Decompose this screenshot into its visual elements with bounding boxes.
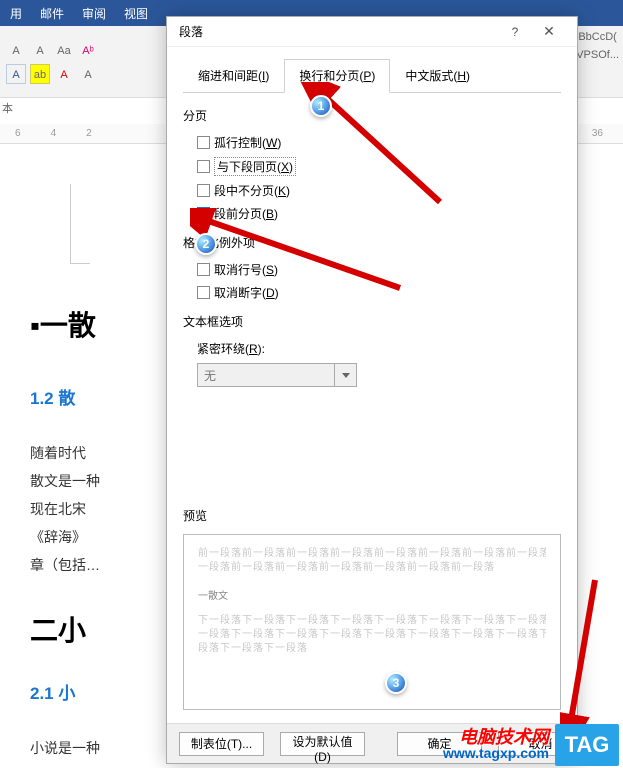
- checkbox-widow-orphan[interactable]: [197, 136, 210, 149]
- font-size-inc-icon[interactable]: A: [30, 40, 50, 60]
- annotation-badge-2: 2: [195, 233, 217, 255]
- section-preview: 预览: [183, 507, 561, 524]
- label-widow-orphan: 孤行控制(W): [214, 134, 281, 151]
- styles-gallery[interactable]: BbCcD( VPSOf...: [576, 28, 619, 64]
- ribbon-tab[interactable]: 用: [10, 5, 22, 22]
- dialog-titlebar: 段落 ? ✕: [167, 17, 577, 47]
- checkbox-page-break-before[interactable]: [197, 207, 210, 220]
- chevron-down-icon[interactable]: [334, 364, 356, 386]
- paragraph-dialog: 段落 ? ✕ 缩进和间距(I) 换行和分页(P) 中文版式(H) 分页 孤行控制…: [166, 16, 578, 764]
- section-format-exceptions: 格式化例外项: [183, 234, 561, 251]
- checkbox-suppress-line-num[interactable]: [197, 263, 210, 276]
- label-keep-with-next: 与下段同页(X): [214, 157, 296, 176]
- close-button[interactable]: ✕: [529, 23, 569, 40]
- tab-asian-typography[interactable]: 中文版式(H): [390, 59, 485, 92]
- font-color-icon[interactable]: A: [54, 64, 74, 84]
- highlight-icon[interactable]: ab: [30, 64, 50, 84]
- group-label: 本: [2, 100, 13, 116]
- label-no-hyphenation: 取消断字(D): [214, 284, 279, 301]
- label-keep-together: 段中不分页(K): [214, 182, 290, 199]
- annotation-badge-3: 3: [385, 672, 407, 694]
- dropdown-tight-wrap[interactable]: 无: [197, 363, 357, 387]
- watermark-url: www.tagxp.com: [443, 745, 549, 761]
- annotation-badge-1: 1: [310, 95, 332, 117]
- dialog-title: 段落: [179, 23, 501, 40]
- label-tight-wrap: 紧密环绕(R):: [197, 340, 561, 357]
- checkbox-keep-together[interactable]: [197, 184, 210, 197]
- dropdown-tight-wrap-value: 无: [204, 367, 216, 384]
- watermark-tag-icon: TAG: [555, 724, 619, 766]
- tabs-button[interactable]: 制表位(T)...: [179, 732, 264, 756]
- checkbox-keep-with-next[interactable]: [197, 160, 210, 173]
- char-border-icon[interactable]: A: [6, 64, 26, 84]
- checkbox-no-hyphenation[interactable]: [197, 286, 210, 299]
- clear-format-icon[interactable]: Aᵇ: [78, 40, 98, 60]
- label-suppress-line-num: 取消行号(S): [214, 261, 278, 278]
- section-pagination: 分页: [183, 107, 561, 124]
- set-default-button[interactable]: 设为默认值(D): [280, 732, 365, 756]
- font-size-dec-icon[interactable]: A: [6, 40, 26, 60]
- change-case-icon[interactable]: Aa: [54, 40, 74, 60]
- watermark-title: 电脑技术网: [443, 729, 549, 745]
- dialog-tabs: 缩进和间距(I) 换行和分页(P) 中文版式(H): [183, 59, 561, 93]
- char-shading-icon[interactable]: A: [78, 64, 98, 84]
- help-button[interactable]: ?: [501, 25, 529, 39]
- ribbon-tab[interactable]: 审阅: [82, 5, 106, 22]
- ribbon-tab[interactable]: 邮件: [40, 5, 64, 22]
- tab-line-page-breaks[interactable]: 换行和分页(P): [284, 59, 390, 93]
- ribbon-tab[interactable]: 视图: [124, 5, 148, 22]
- label-page-break-before: 段前分页(B): [214, 205, 278, 222]
- tab-indent-spacing[interactable]: 缩进和间距(I): [183, 59, 284, 92]
- preview-box: 前一段落前一段落前一段落前一段落前一段落前一段落前一段落前一段落前一段落前一段落…: [183, 534, 561, 710]
- section-textbox-options: 文本框选项: [183, 313, 561, 330]
- watermark: 电脑技术网 www.tagxp.com TAG: [443, 724, 619, 766]
- preview-sample-text: 一散文: [198, 587, 546, 602]
